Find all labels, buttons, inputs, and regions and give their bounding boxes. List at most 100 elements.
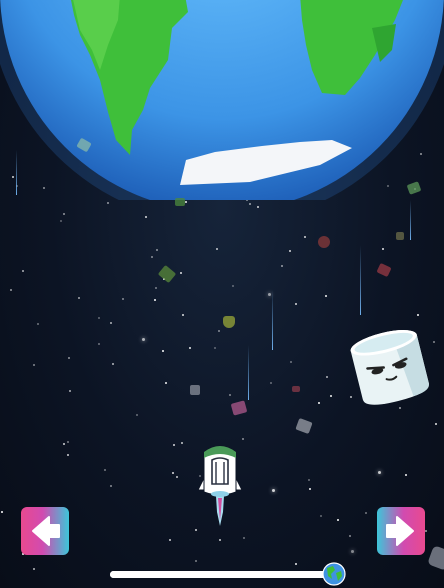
star <box>10 289 12 291</box>
debris-piece <box>157 264 177 284</box>
star <box>172 472 174 474</box>
star <box>425 530 427 532</box>
right-arrow-icon <box>386 516 414 546</box>
star <box>219 539 221 541</box>
star <box>122 298 124 300</box>
star <box>249 203 251 205</box>
debris-piece <box>230 400 248 416</box>
star <box>289 250 291 252</box>
star <box>378 471 381 474</box>
star <box>195 560 197 562</box>
star <box>67 454 69 456</box>
star <box>151 256 153 258</box>
star <box>351 550 354 553</box>
star <box>33 364 35 366</box>
star <box>309 488 311 490</box>
star <box>257 206 259 208</box>
star <box>33 568 35 570</box>
altitude-progress-bar <box>110 571 332 578</box>
star <box>214 347 216 349</box>
star <box>365 512 367 514</box>
star <box>173 444 175 446</box>
star <box>67 441 69 443</box>
star <box>63 213 65 215</box>
star <box>1 511 3 513</box>
star <box>195 529 197 531</box>
star <box>145 216 147 218</box>
star <box>142 338 145 341</box>
star <box>350 396 352 398</box>
debris-piece <box>223 316 235 328</box>
debris-piece <box>376 262 392 278</box>
debris-piece <box>175 198 185 206</box>
star <box>104 469 106 471</box>
star <box>98 343 100 345</box>
star <box>405 474 407 476</box>
light-streak <box>248 345 249 400</box>
star <box>382 248 384 250</box>
star <box>417 314 419 316</box>
star <box>181 442 183 444</box>
star <box>325 295 327 297</box>
star <box>272 489 275 492</box>
star <box>349 535 351 537</box>
debris-piece <box>295 417 313 435</box>
star <box>433 341 435 343</box>
star <box>37 323 39 325</box>
move-right-button[interactable] <box>377 507 425 555</box>
star <box>78 297 80 299</box>
move-left-button[interactable] <box>21 507 69 555</box>
light-streak <box>272 290 273 350</box>
star <box>165 382 167 384</box>
star <box>156 249 158 251</box>
debris-piece <box>318 236 330 248</box>
star <box>290 361 292 363</box>
earth-planet <box>0 0 444 200</box>
star <box>229 394 231 396</box>
star <box>68 357 70 359</box>
star <box>169 539 171 541</box>
star <box>63 443 65 445</box>
rocket-ship <box>198 445 242 526</box>
star <box>281 265 283 267</box>
star <box>435 423 437 425</box>
star <box>270 382 272 384</box>
star <box>326 376 328 378</box>
star <box>216 248 218 250</box>
star <box>180 272 182 274</box>
star <box>243 537 245 539</box>
star <box>318 402 320 404</box>
debris-piece <box>427 545 444 571</box>
star <box>182 314 184 316</box>
game-scene <box>0 0 444 588</box>
marshmallow-character <box>350 330 429 405</box>
star <box>22 270 24 272</box>
star <box>295 303 297 305</box>
star <box>399 407 401 409</box>
star <box>60 220 62 222</box>
star <box>304 236 306 238</box>
star <box>155 287 157 289</box>
star <box>330 395 332 397</box>
left-arrow-icon <box>32 516 60 546</box>
star <box>154 299 156 301</box>
light-streak <box>410 200 411 240</box>
star <box>295 563 297 565</box>
star <box>189 347 191 349</box>
altitude-progress-fill <box>110 571 332 578</box>
star <box>185 201 187 203</box>
star <box>218 330 220 332</box>
earth-globe-icon <box>322 562 346 586</box>
star <box>242 438 244 440</box>
star <box>112 363 114 365</box>
star <box>268 293 271 296</box>
debris-piece <box>396 232 404 240</box>
star <box>308 479 310 481</box>
debris-piece <box>292 386 300 392</box>
light-streak <box>360 245 361 315</box>
star <box>110 485 112 487</box>
debris-piece <box>190 385 200 395</box>
star <box>337 519 339 521</box>
star <box>98 317 100 319</box>
star <box>176 476 178 478</box>
